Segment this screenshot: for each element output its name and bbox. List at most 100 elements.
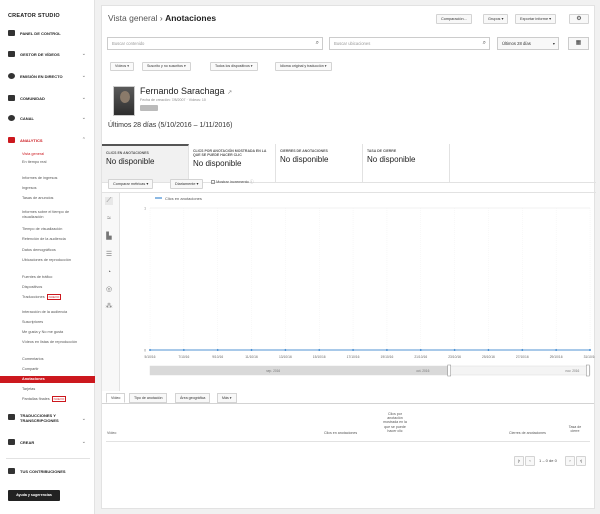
compare-button[interactable]: Comparación... [436, 14, 472, 24]
column-header-clicks[interactable]: Clics en anotaciones [324, 431, 357, 435]
data-point[interactable] [521, 349, 524, 351]
chevron-up-icon[interactable]: ⌃ [82, 137, 86, 143]
chevron-down-icon[interactable]: ⌄ [82, 95, 86, 101]
chevron-down-icon[interactable]: ⌄ [82, 416, 86, 422]
sidebar-sub-translations[interactable]: Traducciones NUEVO [22, 294, 88, 300]
chevron-down-icon[interactable]: ⌄ [82, 73, 86, 79]
data-point[interactable] [386, 349, 388, 351]
pie-chart-icon[interactable]: ◔ [105, 269, 113, 277]
sidebar-sub-traffic-sources[interactable]: Fuentes de tráfico [22, 275, 88, 280]
sidebar-sub-playback-locations[interactable]: Ubicaciones de reproducción [22, 258, 88, 263]
channel-name-text[interactable]: Fernando Sarachaga [140, 86, 225, 96]
sidebar-sub-cards[interactable]: Tarjetas [22, 387, 88, 392]
sidebar-sub-watch-time-reports[interactable]: Informes sobre el tiempo de visualizació… [22, 210, 88, 219]
tab-more[interactable]: Más ▾ [217, 393, 237, 403]
data-point[interactable] [453, 349, 456, 351]
help-button[interactable]: Ayuda y sugerencias [8, 490, 60, 501]
data-point[interactable] [284, 349, 287, 351]
data-point[interactable] [589, 349, 591, 351]
sidebar-sub-demographics[interactable]: Datos demográficos [22, 248, 88, 253]
sidebar-sub-revenue[interactable]: Ingresos [22, 186, 88, 191]
last-page-button[interactable]: ›| [576, 456, 586, 466]
granularity-select[interactable]: Diariamente ▾ [170, 179, 204, 189]
help-icon[interactable]: ⓘ [250, 180, 254, 184]
sidebar-item-live[interactable]: EMISIÓN EN DIRECTO ⌄ [8, 71, 90, 81]
sidebar-sub-shares[interactable]: Compartir [22, 367, 88, 372]
tab-geography[interactable]: Área geográfica [175, 393, 211, 403]
sidebar-sub-retention[interactable]: Retención de la audiencia [22, 237, 88, 242]
tab-annotation-type[interactable]: Tipo de anotación [129, 393, 168, 403]
sidebar-sub-playlists[interactable]: Vídeos en listas de reproducción [22, 340, 88, 345]
data-point[interactable] [182, 349, 185, 351]
breadcrumb-parent[interactable]: Vista general [108, 13, 157, 23]
map-icon[interactable]: ◎ [105, 286, 113, 294]
search-content-input[interactable]: Buscar contenido ⌕ [107, 37, 323, 50]
sidebar-item-analytics[interactable]: ANALYTICS ⌃ [8, 135, 90, 145]
tab-video[interactable]: Vídeo [106, 393, 126, 403]
sidebar-item-contributions[interactable]: TUS CONTRIBUCIONES [8, 466, 90, 476]
bubble-chart-icon[interactable]: ⁂ [105, 303, 113, 311]
search-icon[interactable]: ⌕ [316, 38, 319, 49]
avatar[interactable] [113, 86, 135, 116]
sidebar-sub-engagement-reports[interactable]: Interacción de la audiencia [22, 310, 88, 315]
filter-pill-videos[interactable]: Vídeos ▾ [110, 62, 135, 71]
gear-icon[interactable]: ⚙ [569, 14, 589, 24]
data-point[interactable] [216, 349, 219, 351]
column-header-closes[interactable]: Cierres de anotaciones [509, 431, 546, 435]
sidebar-item-community[interactable]: COMUNIDAD ⌄ [8, 93, 90, 103]
navigator-handle[interactable] [586, 364, 590, 377]
period-select[interactable]: Últimos 28 días ▾ [497, 37, 559, 50]
first-page-button[interactable]: |‹ [514, 456, 524, 466]
sidebar-sub-watch-time[interactable]: Tiempo de visualización [22, 227, 88, 232]
bar-chart-icon[interactable]: ☰ [105, 251, 113, 259]
chevron-down-icon[interactable]: ⌄ [82, 115, 86, 121]
sidebar-sub-realtime[interactable]: En tiempo real [22, 160, 88, 165]
multiline-chart-icon[interactable]: ≈ [105, 215, 113, 223]
sidebar-sub-overview[interactable]: Vista general [22, 152, 88, 157]
sidebar-sub-end-screens[interactable]: Pantallas finales NUEVO [22, 396, 88, 402]
export-button[interactable]: Exportar informe ▾ [515, 14, 557, 24]
data-point[interactable] [250, 349, 253, 351]
data-point[interactable] [352, 349, 354, 351]
calendar-icon[interactable]: ▦ [568, 37, 589, 50]
column-header-video[interactable]: Vídeo [107, 431, 116, 435]
metric-card-closes[interactable]: CIERRES DE ANOTACIONES No disponible [276, 144, 363, 182]
filter-pill-devices[interactable]: Todos los dispositivos ▾ [210, 62, 258, 71]
filter-pill-language[interactable]: Idioma original y traducción ▾ [275, 62, 332, 71]
sidebar-sub-ad-rates[interactable]: Tasas de anuncios [22, 196, 88, 201]
column-header-close-rate[interactable]: Tasa de cierre [565, 425, 585, 433]
sidebar-sub-subscribers[interactable]: Suscriptores [22, 320, 88, 325]
sidebar-item-create[interactable]: CREAR ⌄ [8, 437, 90, 447]
column-header-click-rate[interactable]: Clics por anotación mostrada en la que s… [380, 412, 410, 433]
sidebar-sub-comments[interactable]: Comentarios [22, 357, 88, 362]
sidebar-sub-devices[interactable]: Dispositivos [22, 285, 88, 290]
sidebar-sub-likes[interactable]: Me gusta y No me gusta [22, 330, 88, 335]
cumulative-toggle[interactable]: Mostrar incremento ⓘ [211, 180, 254, 185]
search-location-input[interactable]: Buscar ubicaciones ⌕ [329, 37, 490, 50]
groups-button[interactable]: Grupos ▾ [483, 14, 509, 24]
chevron-down-icon[interactable]: ⌄ [82, 439, 86, 445]
external-link-icon[interactable]: ↗ [227, 90, 232, 96]
metric-card-clicks[interactable]: CLICS EN ANOTACIONES No disponible [102, 144, 189, 182]
data-point[interactable] [555, 349, 558, 351]
sidebar-sub-annotations[interactable]: Anotaciones [0, 376, 95, 383]
sidebar-item-channel[interactable]: CANAL ⌄ [8, 113, 90, 123]
chevron-down-icon[interactable]: ⌄ [82, 51, 86, 57]
search-icon[interactable]: ⌕ [483, 38, 486, 49]
prev-page-button[interactable]: ‹ [525, 456, 535, 466]
compare-metrics-button[interactable]: Comparar métricas ▾ [108, 179, 154, 189]
metric-card-close-rate[interactable]: TASA DE CIERRE No disponible [363, 144, 450, 182]
next-page-button[interactable]: › [565, 456, 575, 466]
sidebar-item-videos[interactable]: GESTOR DE VÍDEOS ⌄ [8, 49, 90, 59]
filter-pill-subscribed[interactable]: Suscrito y no suscritos ▾ [142, 62, 191, 71]
navigator-handle[interactable] [447, 364, 451, 377]
data-point[interactable] [487, 349, 490, 351]
checkbox[interactable] [211, 180, 215, 184]
line-chart-icon[interactable]: ⟋ [105, 197, 113, 205]
data-point[interactable] [318, 349, 321, 351]
metric-card-click-rate[interactable]: CLICS POR ANOTACIÓN MOSTRADA EN LA QUE S… [189, 144, 276, 182]
stacked-area-icon[interactable]: ▙ [105, 233, 113, 241]
sidebar-sub-revenue-reports[interactable]: Informes de ingresos [22, 176, 88, 181]
data-point[interactable] [149, 349, 151, 351]
data-point[interactable] [419, 349, 422, 351]
